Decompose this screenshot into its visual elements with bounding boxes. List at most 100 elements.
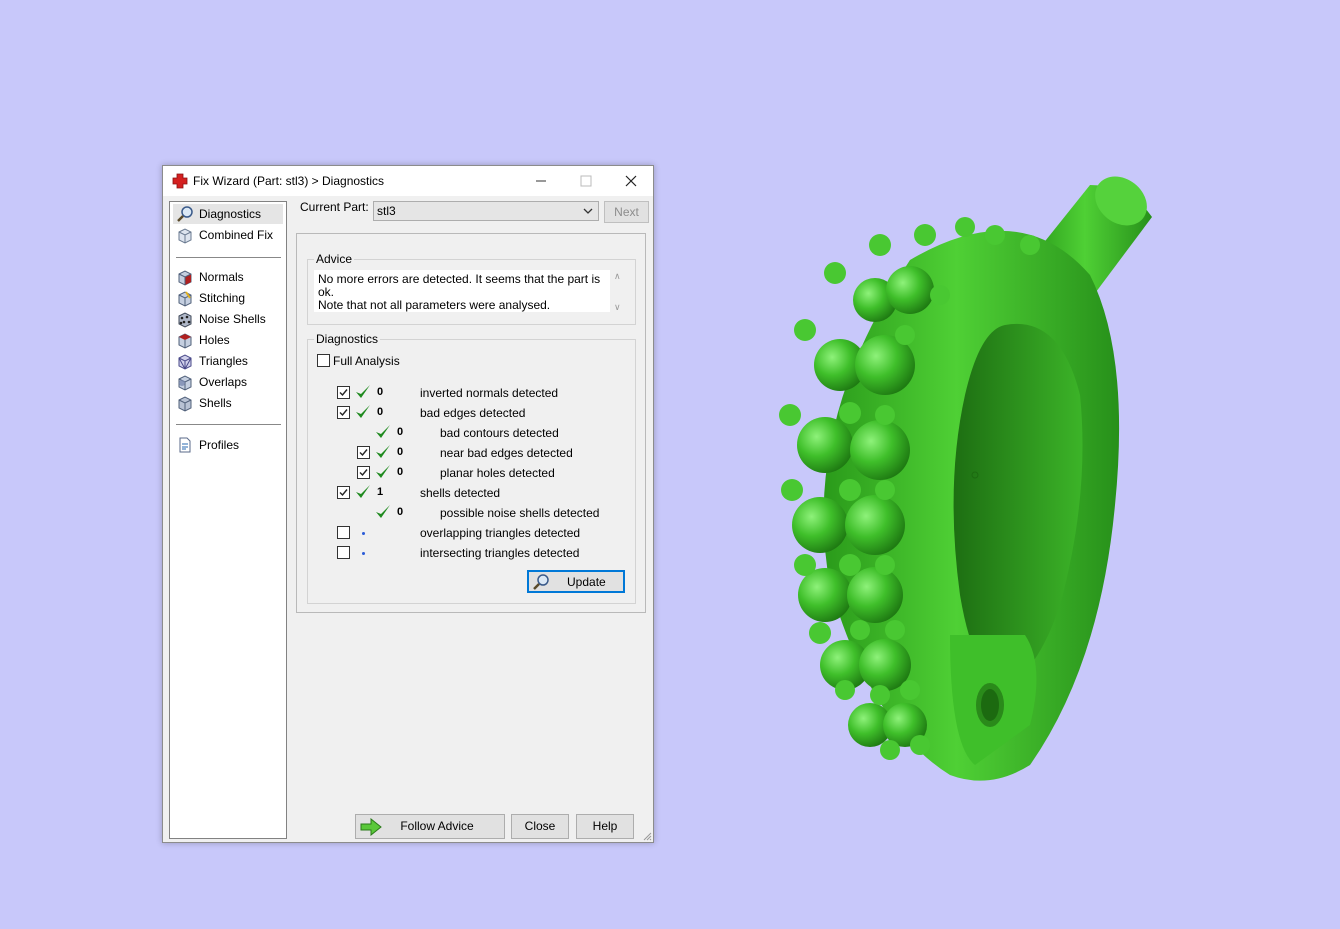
minimize-icon bbox=[535, 180, 546, 182]
nav-item-stitching[interactable]: Stitching bbox=[173, 288, 283, 308]
normals-cube-icon bbox=[178, 270, 192, 286]
nav-item-label: Stitching bbox=[199, 291, 246, 305]
current-part-label: Current Part: bbox=[300, 200, 369, 214]
diagnostic-row: 0 near bad edges detected bbox=[308, 444, 628, 462]
advice-text-box: No more errors are detected. It seems th… bbox=[314, 270, 618, 312]
nav-item-label: Triangles bbox=[199, 354, 248, 368]
diagnostic-count: 1 bbox=[377, 486, 384, 498]
holes-cube-icon bbox=[178, 333, 192, 349]
advice-line: No more errors are detected. It seems th… bbox=[318, 272, 601, 299]
stitching-cube-icon bbox=[178, 291, 192, 307]
diagnostic-label: overlapping triangles detected bbox=[420, 526, 581, 540]
magnifier-icon bbox=[177, 206, 193, 222]
follow-advice-label: Follow Advice bbox=[400, 819, 474, 833]
full-analysis-checkbox[interactable] bbox=[317, 354, 330, 367]
resize-grip-icon[interactable] bbox=[642, 831, 652, 841]
minimize-button[interactable] bbox=[518, 166, 563, 196]
nav-item-profiles[interactable]: Profiles bbox=[173, 435, 283, 455]
green-check-icon bbox=[374, 423, 392, 441]
nav-item-triangles[interactable]: Triangles bbox=[173, 351, 283, 371]
current-part-value: stl3 bbox=[377, 204, 396, 218]
diagnostic-row: intersecting triangles detected bbox=[308, 544, 628, 562]
document-icon bbox=[179, 437, 191, 453]
green-check-icon bbox=[354, 403, 372, 421]
help-button[interactable]: Help bbox=[576, 814, 634, 839]
maximize-button[interactable] bbox=[563, 166, 608, 196]
nav-item-overlaps[interactable]: Overlaps bbox=[173, 372, 283, 392]
diagnostic-label: possible noise shells detected bbox=[440, 506, 600, 520]
close-button[interactable]: Close bbox=[511, 814, 569, 839]
green-check-icon bbox=[354, 383, 372, 401]
window-title: Fix Wizard (Part: stl3) > Diagnostics bbox=[193, 174, 385, 188]
nav-separator bbox=[176, 257, 281, 258]
diagnostic-checkbox[interactable] bbox=[337, 486, 350, 499]
magnifier-icon bbox=[533, 574, 549, 590]
diagnostic-checkbox[interactable] bbox=[337, 546, 350, 559]
nav-item-holes[interactable]: Holes bbox=[173, 330, 283, 350]
diagnostic-label: near bad edges detected bbox=[440, 446, 573, 460]
follow-advice-button[interactable]: Follow Advice bbox=[355, 814, 505, 839]
green-check-icon bbox=[354, 483, 372, 501]
nav-item-label: Diagnostics bbox=[199, 207, 262, 221]
maximize-icon bbox=[580, 175, 591, 187]
diagnostic-row: 0 planar holes detected bbox=[308, 464, 628, 482]
nav-item-label: Shells bbox=[199, 396, 232, 410]
current-part-select[interactable]: stl3 bbox=[373, 201, 599, 221]
nav-item-normals[interactable]: Normals bbox=[173, 267, 283, 287]
title-bar[interactable]: Fix Wizard (Part: stl3) > Diagnostics bbox=[163, 166, 653, 196]
close-window-button[interactable] bbox=[608, 166, 653, 196]
diagnostic-checkbox[interactable] bbox=[337, 386, 350, 399]
diagnostic-count: 0 bbox=[397, 506, 404, 518]
green-check-icon bbox=[374, 463, 392, 481]
diagnostic-checkbox[interactable] bbox=[357, 466, 370, 479]
nav-item-shells[interactable]: Shells bbox=[173, 393, 283, 413]
nav-item-label: Holes bbox=[199, 333, 230, 347]
cube-icon bbox=[178, 228, 192, 244]
green-check-icon bbox=[374, 443, 392, 461]
diagnostic-count: 0 bbox=[397, 446, 404, 458]
diagnostic-row: 0 bad edges detected bbox=[308, 404, 628, 422]
nav-item-label: Combined Fix bbox=[199, 228, 274, 242]
fix-wizard-dialog: Fix Wizard (Part: stl3) > Diagnostics Di… bbox=[162, 165, 654, 843]
nav-separator bbox=[176, 424, 281, 425]
update-label: Update bbox=[567, 575, 606, 589]
diagnostic-row: 0 possible noise shells detected bbox=[308, 504, 628, 522]
diagnostic-label: bad edges detected bbox=[420, 406, 526, 420]
scroll-down-icon: ∨ bbox=[614, 302, 621, 312]
pending-dot-icon bbox=[362, 532, 365, 535]
green-arrow-icon bbox=[360, 818, 382, 836]
diagnostic-label: bad contours detected bbox=[440, 426, 559, 440]
ring-model bbox=[779, 176, 1152, 781]
diagnostic-checkbox[interactable] bbox=[337, 526, 350, 539]
close-icon bbox=[625, 175, 636, 187]
nav-item-label: Normals bbox=[199, 270, 244, 284]
nav-item-label: Overlaps bbox=[199, 375, 248, 389]
diagnostic-checkbox[interactable] bbox=[337, 406, 350, 419]
nav-item-combined-fix[interactable]: Combined Fix bbox=[173, 225, 283, 245]
green-check-icon bbox=[374, 503, 392, 521]
diagnostic-row: 0 bad contours detected bbox=[308, 424, 628, 442]
nav-item-diagnostics[interactable]: Diagnostics bbox=[173, 204, 283, 224]
update-button[interactable]: Update bbox=[527, 570, 625, 593]
advice-scrollbar[interactable]: ∧ ∨ bbox=[610, 270, 627, 316]
diagnostics-panel: Advice No more errors are detected. It s… bbox=[296, 233, 646, 613]
full-analysis-label: Full Analysis bbox=[333, 354, 400, 368]
nav-item-label: Profiles bbox=[199, 438, 240, 452]
next-button[interactable]: Next bbox=[604, 201, 649, 223]
diagnostic-count: 0 bbox=[397, 426, 404, 438]
diagnostics-title: Diagnostics bbox=[314, 332, 381, 346]
diagnostic-count: 0 bbox=[377, 406, 384, 418]
advice-group: Advice No more errors are detected. It s… bbox=[307, 252, 636, 325]
advice-line: Note that not all parameters were analys… bbox=[318, 298, 551, 312]
shells-cube-icon bbox=[178, 396, 192, 412]
overlaps-cube-icon bbox=[178, 375, 192, 391]
triangles-cube-icon bbox=[178, 354, 192, 370]
diagnostic-row: 0 inverted normals detected bbox=[308, 384, 628, 402]
diagnostic-checkbox[interactable] bbox=[357, 446, 370, 459]
diagnostic-row: overlapping triangles detected bbox=[308, 524, 628, 542]
diagnostic-label: inverted normals detected bbox=[420, 386, 559, 400]
nav-item-label: Noise Shells bbox=[199, 312, 266, 326]
diagnostics-group: Diagnostics Full Analysis 0 inverted norm… bbox=[307, 332, 636, 604]
diagnostic-count: 0 bbox=[377, 386, 384, 398]
nav-item-noise-shells[interactable]: Noise Shells bbox=[173, 309, 283, 329]
